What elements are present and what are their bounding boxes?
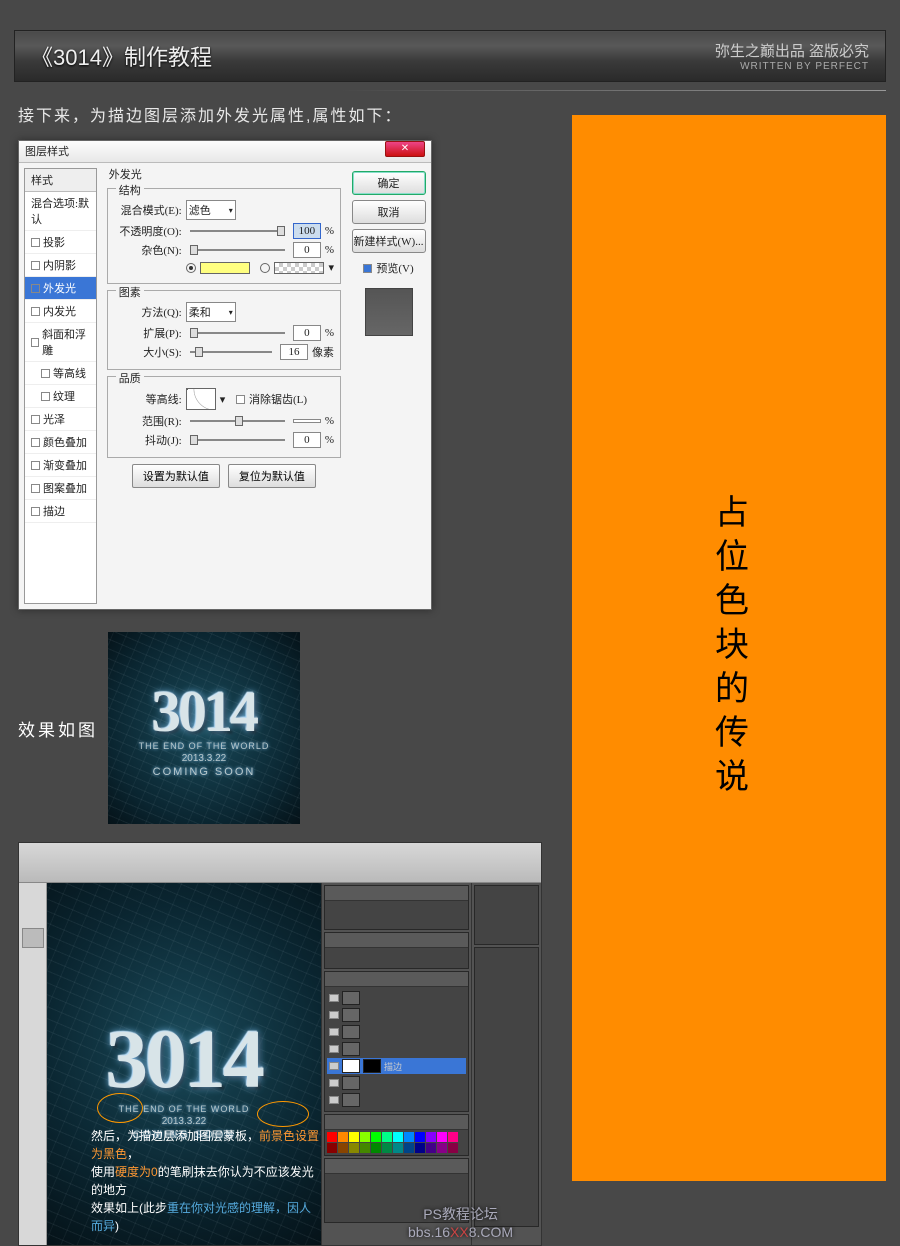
gradient-radio[interactable] xyxy=(260,263,270,273)
reset-default-button[interactable]: 复位为默认值 xyxy=(228,464,316,488)
style-contour[interactable]: 等高线 xyxy=(25,362,96,385)
layer-row[interactable] xyxy=(327,1024,466,1040)
layer-row[interactable] xyxy=(327,990,466,1006)
style-pattern-overlay[interactable]: 图案叠加 xyxy=(25,477,96,500)
new-style-button[interactable]: 新建样式(W)... xyxy=(352,229,426,253)
dialog-title: 图层样式 xyxy=(25,141,69,162)
poster-line1: THE END OF THE WORLD xyxy=(139,741,270,751)
blend-mode-select[interactable]: 滤色▾ xyxy=(186,200,236,220)
style-color-overlay[interactable]: 颜色叠加 xyxy=(25,431,96,454)
canvas-line2: 2013.3.22 xyxy=(162,1116,207,1127)
jitter-input[interactable]: 0 xyxy=(293,432,321,448)
header-right: 弥生之巅出品 盗版必究 WRITTEN BY PERFECT xyxy=(715,40,869,72)
canvas-poster: 3014 THE END OF THE WORLD 2013.3.22 COMI… xyxy=(47,883,321,1245)
size-slider[interactable] xyxy=(190,351,272,353)
spread-input[interactable]: 0 xyxy=(293,325,321,341)
noise-input[interactable]: 0 xyxy=(293,242,321,258)
ps-menubar xyxy=(19,843,541,883)
glow-gradient[interactable] xyxy=(274,262,324,274)
layer-row[interactable] xyxy=(327,1075,466,1091)
poster-line2: 2013.3.22 xyxy=(182,753,227,764)
style-satin[interactable]: 光泽 xyxy=(25,408,96,431)
ps-toolbar xyxy=(19,883,47,1245)
range-slider[interactable] xyxy=(190,420,285,422)
style-stroke[interactable]: 描边 xyxy=(25,500,96,523)
style-header: 样式 xyxy=(25,169,96,192)
layer-row[interactable] xyxy=(327,1041,466,1057)
page-title: 《3014》制作教程 xyxy=(31,40,212,72)
method-select[interactable]: 柔和▾ xyxy=(186,302,236,322)
contour-picker[interactable] xyxy=(186,388,216,410)
style-gradient-overlay[interactable]: 渐变叠加 xyxy=(25,454,96,477)
chevron-down-icon: ▾ xyxy=(229,308,233,317)
layers-panel: 描边 xyxy=(324,971,469,1112)
preview-swatch xyxy=(365,288,413,336)
group-elements: 图素 方法(Q):柔和▾ 扩展(P):0% 大小(S):16像素 xyxy=(107,290,341,370)
preview-checkbox[interactable] xyxy=(363,264,372,273)
poster-number: 3014 xyxy=(152,678,256,745)
section-outer-glow: 外发光 xyxy=(109,166,341,182)
ok-button[interactable]: 确定 xyxy=(352,171,426,195)
ps-panels: 描边 xyxy=(321,883,471,1245)
close-icon[interactable]: ✕ xyxy=(385,141,425,157)
cancel-button[interactable]: 取消 xyxy=(352,200,426,224)
layer-style-dialog: 图层样式 ✕ 样式 混合选项:默认 投影 内阴影 外发光 内发光 斜面和浮雕 等… xyxy=(18,140,432,610)
style-drop-shadow[interactable]: 投影 xyxy=(25,231,96,254)
style-list: 样式 混合选项:默认 投影 内阴影 外发光 内发光 斜面和浮雕 等高线 纹理 光… xyxy=(24,168,97,604)
poster-line3: COMING SOON xyxy=(153,766,256,778)
group-quality: 品质 等高线:▾ 消除锯齿(L) 范围(R):% 抖动(J):0% xyxy=(107,376,341,458)
noise-slider[interactable] xyxy=(190,249,285,251)
swatches-panel xyxy=(324,1114,469,1156)
jitter-slider[interactable] xyxy=(190,439,285,441)
author-line: 弥生之巅出品 盗版必究 xyxy=(715,40,869,61)
sidebar-text: 占位色块的传说 xyxy=(705,494,754,802)
antialias-checkbox[interactable] xyxy=(236,395,245,404)
color-radio[interactable] xyxy=(186,263,196,273)
style-outer-glow[interactable]: 外发光 xyxy=(25,277,96,300)
style-inner-glow[interactable]: 内发光 xyxy=(25,300,96,323)
ps-mini-panels xyxy=(471,883,541,1245)
written-by: WRITTEN BY PERFECT xyxy=(715,61,869,72)
layer-row[interactable] xyxy=(327,1092,466,1108)
chevron-down-icon: ▾ xyxy=(229,206,233,215)
set-default-button[interactable]: 设置为默认值 xyxy=(132,464,220,488)
result-poster: 3014 THE END OF THE WORLD 2013.3.22 COMI… xyxy=(108,632,300,824)
watermark: PS教程论坛 bbs.16XX8.COM xyxy=(408,1204,513,1240)
style-inner-shadow[interactable]: 内阴影 xyxy=(25,254,96,277)
highlight-circle-2 xyxy=(257,1101,309,1127)
style-bevel[interactable]: 斜面和浮雕 xyxy=(25,323,96,362)
photoshop-screenshot: 3014 THE END OF THE WORLD 2013.3.22 COMI… xyxy=(18,842,542,1246)
style-texture[interactable]: 纹理 xyxy=(25,385,96,408)
result-label: 效果如图 xyxy=(18,716,98,741)
group-structure: 结构 混合模式(E):滤色▾ 不透明度(O):100% 杂色(N):0% ▾ xyxy=(107,188,341,284)
opacity-slider[interactable] xyxy=(190,230,285,232)
highlight-circle-1 xyxy=(97,1093,143,1123)
header: 《3014》制作教程 弥生之巅出品 盗版必究 WRITTEN BY PERFEC… xyxy=(14,30,886,82)
range-input[interactable] xyxy=(293,419,321,423)
spread-slider[interactable] xyxy=(190,332,285,334)
opacity-input[interactable]: 100 xyxy=(293,223,321,239)
layer-row-selected[interactable]: 描边 xyxy=(327,1058,466,1074)
caption: 然后，为描边层添加图层蒙板，前景色设置为黑色， 使用硬度为0的笔刷抹去你认为不应… xyxy=(91,1127,321,1235)
layer-row[interactable] xyxy=(327,1007,466,1023)
chevron-down-icon: ▾ xyxy=(328,261,334,274)
glow-color[interactable] xyxy=(200,262,250,274)
sidebar-placeholder: 占位色块的传说 xyxy=(572,115,886,1181)
size-input[interactable]: 16 xyxy=(280,344,308,360)
chevron-down-icon: ▾ xyxy=(220,393,226,406)
blend-options[interactable]: 混合选项:默认 xyxy=(25,192,96,231)
